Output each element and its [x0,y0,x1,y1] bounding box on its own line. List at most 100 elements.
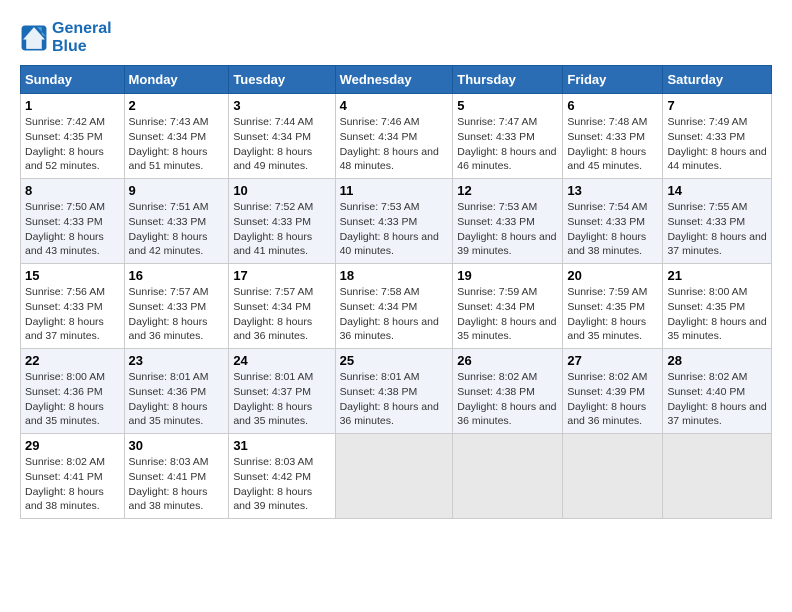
calendar-cell: 20 Sunrise: 7:59 AM Sunset: 4:35 PM Dayl… [563,264,663,349]
calendar-cell [563,434,663,519]
calendar-cell [453,434,563,519]
day-number: 11 [340,183,449,198]
day-number: 10 [233,183,330,198]
calendar-cell: 1 Sunrise: 7:42 AM Sunset: 4:35 PM Dayli… [21,94,125,179]
day-info: Sunrise: 7:49 AM Sunset: 4:33 PM Dayligh… [667,115,767,174]
day-info: Sunrise: 7:53 AM Sunset: 4:33 PM Dayligh… [457,200,558,259]
calendar-cell: 16 Sunrise: 7:57 AM Sunset: 4:33 PM Dayl… [124,264,229,349]
day-info: Sunrise: 8:00 AM Sunset: 4:35 PM Dayligh… [667,285,767,344]
calendar-cell: 28 Sunrise: 8:02 AM Sunset: 4:40 PM Dayl… [663,349,772,434]
calendar-cell: 6 Sunrise: 7:48 AM Sunset: 4:33 PM Dayli… [563,94,663,179]
day-number: 13 [567,183,658,198]
week-row-5: 29 Sunrise: 8:02 AM Sunset: 4:41 PM Dayl… [21,434,772,519]
day-info: Sunrise: 8:03 AM Sunset: 4:41 PM Dayligh… [129,455,225,514]
calendar-cell: 13 Sunrise: 7:54 AM Sunset: 4:33 PM Dayl… [563,179,663,264]
calendar-cell: 9 Sunrise: 7:51 AM Sunset: 4:33 PM Dayli… [124,179,229,264]
day-info: Sunrise: 7:52 AM Sunset: 4:33 PM Dayligh… [233,200,330,259]
day-info: Sunrise: 7:44 AM Sunset: 4:34 PM Dayligh… [233,115,330,174]
day-number: 28 [667,353,767,368]
day-number: 24 [233,353,330,368]
calendar-cell: 5 Sunrise: 7:47 AM Sunset: 4:33 PM Dayli… [453,94,563,179]
calendar-cell: 7 Sunrise: 7:49 AM Sunset: 4:33 PM Dayli… [663,94,772,179]
weekday-header-saturday: Saturday [663,66,772,94]
calendar-cell: 3 Sunrise: 7:44 AM Sunset: 4:34 PM Dayli… [229,94,335,179]
day-number: 6 [567,98,658,113]
day-info: Sunrise: 7:48 AM Sunset: 4:33 PM Dayligh… [567,115,658,174]
day-number: 12 [457,183,558,198]
calendar-cell: 25 Sunrise: 8:01 AM Sunset: 4:38 PM Dayl… [335,349,453,434]
day-info: Sunrise: 7:50 AM Sunset: 4:33 PM Dayligh… [25,200,120,259]
day-info: Sunrise: 7:59 AM Sunset: 4:35 PM Dayligh… [567,285,658,344]
day-info: Sunrise: 7:56 AM Sunset: 4:33 PM Dayligh… [25,285,120,344]
day-number: 22 [25,353,120,368]
day-info: Sunrise: 7:54 AM Sunset: 4:33 PM Dayligh… [567,200,658,259]
day-number: 14 [667,183,767,198]
calendar-cell: 26 Sunrise: 8:02 AM Sunset: 4:38 PM Dayl… [453,349,563,434]
day-info: Sunrise: 8:01 AM Sunset: 4:36 PM Dayligh… [129,370,225,429]
calendar-table: SundayMondayTuesdayWednesdayThursdayFrid… [20,65,772,519]
logo-text: General Blue [52,20,112,55]
page-header: General Blue [20,20,772,55]
calendar-cell: 29 Sunrise: 8:02 AM Sunset: 4:41 PM Dayl… [21,434,125,519]
calendar-cell: 8 Sunrise: 7:50 AM Sunset: 4:33 PM Dayli… [21,179,125,264]
weekday-header-monday: Monday [124,66,229,94]
day-info: Sunrise: 8:03 AM Sunset: 4:42 PM Dayligh… [233,455,330,514]
day-info: Sunrise: 7:43 AM Sunset: 4:34 PM Dayligh… [129,115,225,174]
calendar-cell: 30 Sunrise: 8:03 AM Sunset: 4:41 PM Dayl… [124,434,229,519]
day-info: Sunrise: 7:46 AM Sunset: 4:34 PM Dayligh… [340,115,449,174]
calendar-cell: 31 Sunrise: 8:03 AM Sunset: 4:42 PM Dayl… [229,434,335,519]
day-number: 17 [233,268,330,283]
day-info: Sunrise: 7:59 AM Sunset: 4:34 PM Dayligh… [457,285,558,344]
day-number: 1 [25,98,120,113]
day-info: Sunrise: 7:57 AM Sunset: 4:34 PM Dayligh… [233,285,330,344]
day-number: 25 [340,353,449,368]
calendar-cell: 24 Sunrise: 8:01 AM Sunset: 4:37 PM Dayl… [229,349,335,434]
day-number: 26 [457,353,558,368]
week-row-3: 15 Sunrise: 7:56 AM Sunset: 4:33 PM Dayl… [21,264,772,349]
day-number: 5 [457,98,558,113]
day-number: 4 [340,98,449,113]
calendar-cell: 4 Sunrise: 7:46 AM Sunset: 4:34 PM Dayli… [335,94,453,179]
day-info: Sunrise: 7:51 AM Sunset: 4:33 PM Dayligh… [129,200,225,259]
day-number: 3 [233,98,330,113]
calendar-cell: 10 Sunrise: 7:52 AM Sunset: 4:33 PM Dayl… [229,179,335,264]
logo-icon [20,24,48,52]
day-info: Sunrise: 8:02 AM Sunset: 4:41 PM Dayligh… [25,455,120,514]
day-info: Sunrise: 8:02 AM Sunset: 4:40 PM Dayligh… [667,370,767,429]
day-info: Sunrise: 7:53 AM Sunset: 4:33 PM Dayligh… [340,200,449,259]
week-row-4: 22 Sunrise: 8:00 AM Sunset: 4:36 PM Dayl… [21,349,772,434]
day-info: Sunrise: 8:01 AM Sunset: 4:38 PM Dayligh… [340,370,449,429]
day-info: Sunrise: 7:58 AM Sunset: 4:34 PM Dayligh… [340,285,449,344]
calendar-cell: 2 Sunrise: 7:43 AM Sunset: 4:34 PM Dayli… [124,94,229,179]
day-number: 27 [567,353,658,368]
day-number: 2 [129,98,225,113]
week-row-2: 8 Sunrise: 7:50 AM Sunset: 4:33 PM Dayli… [21,179,772,264]
calendar-cell: 17 Sunrise: 7:57 AM Sunset: 4:34 PM Dayl… [229,264,335,349]
day-number: 30 [129,438,225,453]
day-number: 16 [129,268,225,283]
day-number: 15 [25,268,120,283]
day-number: 21 [667,268,767,283]
weekday-header-sunday: Sunday [21,66,125,94]
day-number: 23 [129,353,225,368]
weekday-header-wednesday: Wednesday [335,66,453,94]
calendar-cell: 22 Sunrise: 8:00 AM Sunset: 4:36 PM Dayl… [21,349,125,434]
weekday-header-tuesday: Tuesday [229,66,335,94]
weekday-header-friday: Friday [563,66,663,94]
calendar-cell: 21 Sunrise: 8:00 AM Sunset: 4:35 PM Dayl… [663,264,772,349]
day-info: Sunrise: 8:02 AM Sunset: 4:39 PM Dayligh… [567,370,658,429]
calendar-cell: 18 Sunrise: 7:58 AM Sunset: 4:34 PM Dayl… [335,264,453,349]
calendar-cell: 27 Sunrise: 8:02 AM Sunset: 4:39 PM Dayl… [563,349,663,434]
day-info: Sunrise: 7:55 AM Sunset: 4:33 PM Dayligh… [667,200,767,259]
day-number: 18 [340,268,449,283]
day-number: 8 [25,183,120,198]
day-number: 19 [457,268,558,283]
calendar-cell: 19 Sunrise: 7:59 AM Sunset: 4:34 PM Dayl… [453,264,563,349]
day-number: 29 [25,438,120,453]
day-info: Sunrise: 7:42 AM Sunset: 4:35 PM Dayligh… [25,115,120,174]
day-number: 9 [129,183,225,198]
day-info: Sunrise: 7:57 AM Sunset: 4:33 PM Dayligh… [129,285,225,344]
logo: General Blue [20,20,112,55]
weekday-header-thursday: Thursday [453,66,563,94]
calendar-cell: 14 Sunrise: 7:55 AM Sunset: 4:33 PM Dayl… [663,179,772,264]
